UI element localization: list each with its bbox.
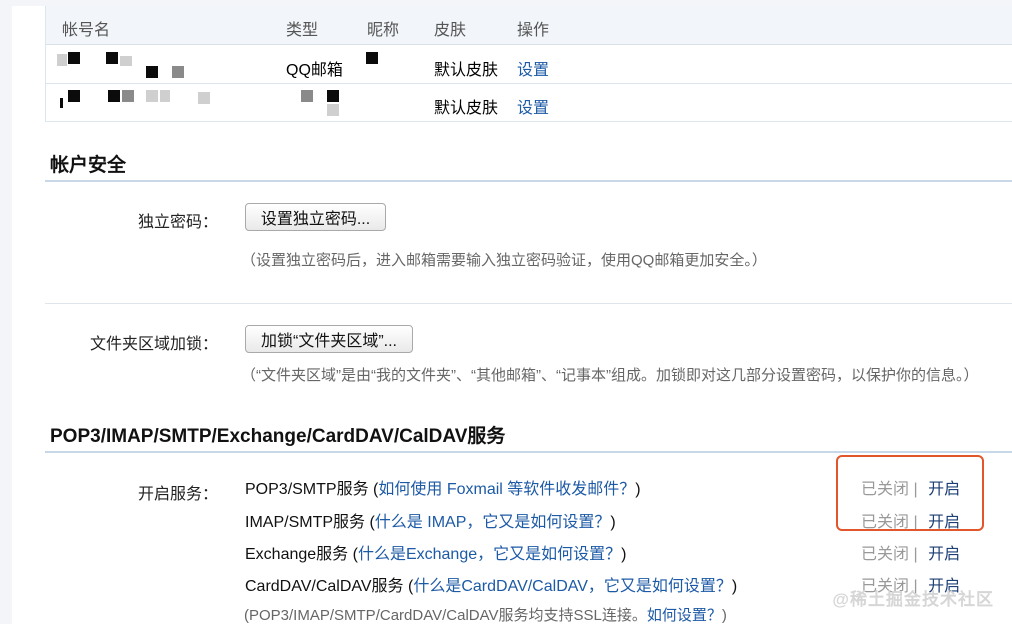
service-help-link[interactable]: 什么是 IMAP，它又是如何设置？ (375, 514, 611, 531)
service-name: CardDAV/CalDAV服务 (245, 578, 404, 595)
watermark: @稀土掘金技术社区 (832, 590, 994, 609)
row-divider (45, 121, 1012, 122)
ssl-note: (POP3/IMAP/SMTP/CardDAV/CalDAV服务均支持SSL连接… (244, 604, 727, 625)
service-name: Exchange服务 (245, 546, 349, 563)
ssl-note-end: ) (721, 607, 727, 624)
redacted-nickname (366, 52, 378, 64)
password-hint: （设置独立密码后，进入邮箱需要输入独立密码验证，使用QQ邮箱更加安全。） (241, 252, 767, 269)
section-divider (45, 180, 1012, 182)
section-divider (45, 303, 1012, 304)
col-header-action: 操作 (517, 22, 550, 39)
service-help-link[interactable]: 什么是Exchange，它又是如何设置？ (358, 546, 621, 563)
account-skin: 默认皮肤 (434, 62, 499, 79)
services-label: 开启服务： (137, 486, 218, 503)
status-separator: | (913, 546, 918, 563)
account-type: QQ邮箱 (286, 62, 343, 79)
service-name: POP3/SMTP服务 (245, 481, 369, 498)
folder-lock-label: 文件夹区域加锁： (89, 336, 218, 353)
row-divider (45, 83, 1012, 84)
service-pop3: POP3/SMTP服务 (如何使用 Foxmail 等软件收发邮件？) (245, 481, 641, 498)
account-settings-link[interactable]: 设置 (517, 56, 549, 80)
col-header-type: 类型 (286, 22, 319, 39)
ssl-howto-link[interactable]: 如何设置？ (647, 607, 722, 624)
password-label: 独立密码： (137, 214, 218, 231)
services-title: POP3/IMAP/SMTP/Exchange/CardDAV/CalDAV服务 (50, 426, 506, 447)
service-name: IMAP/SMTP服务 (245, 514, 366, 531)
service-help-link[interactable]: 什么是CardDAV/CalDAV，它又是如何设置？ (413, 578, 732, 595)
account-security-title: 帐户安全 (50, 155, 127, 176)
service-exchange: Exchange服务 (什么是Exchange，它又是如何设置？) (245, 546, 627, 563)
enable-exchange-link[interactable]: 开启 (928, 546, 960, 563)
account-settings-link[interactable]: 设置 (517, 94, 549, 118)
col-header-nickname: 昵称 (367, 22, 400, 39)
ssl-note-text: (POP3/IMAP/SMTP/CardDAV/CalDAV服务均支持SSL连接… (244, 607, 647, 624)
lock-folder-area-button[interactable]: 加锁“文件夹区域”... (245, 325, 413, 353)
col-header-skin: 皮肤 (434, 22, 467, 39)
status-text: 已关闭 (861, 546, 910, 563)
service-help-link[interactable]: 如何使用 Foxmail 等软件收发邮件？ (378, 481, 635, 498)
highlight-box (836, 455, 984, 531)
account-skin: 默认皮肤 (434, 100, 499, 117)
table-left-border (45, 6, 46, 122)
service-status-exchange: 已关闭 | 开启 (861, 540, 960, 564)
col-header-account: 帐号名 (62, 22, 111, 39)
window-left-strip (0, 0, 12, 624)
folder-lock-hint: （“文件夹区域”是由“我的文件夹”、“其他邮箱”、“记事本”组成。加锁即对这几部… (241, 367, 979, 384)
set-password-button[interactable]: 设置独立密码... (245, 203, 386, 231)
service-imap: IMAP/SMTP服务 (什么是 IMAP，它又是如何设置？) (245, 514, 616, 531)
section-divider (45, 451, 1012, 453)
service-carddav: CardDAV/CalDAV服务 (什么是CardDAV/CalDAV，它又是如… (245, 578, 738, 595)
